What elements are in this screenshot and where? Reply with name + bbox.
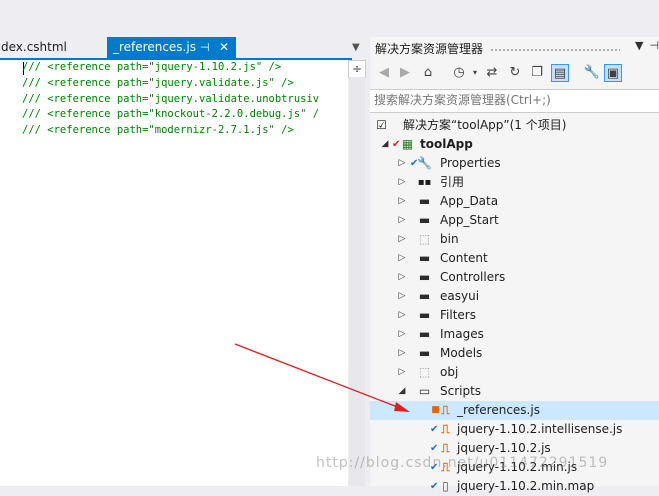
arrow-line — [234, 343, 401, 409]
watermark: http://blog.csdn.net/u011472291519 — [316, 455, 609, 471]
annotation-arrow — [234, 343, 410, 412]
arrow-head — [394, 402, 410, 412]
